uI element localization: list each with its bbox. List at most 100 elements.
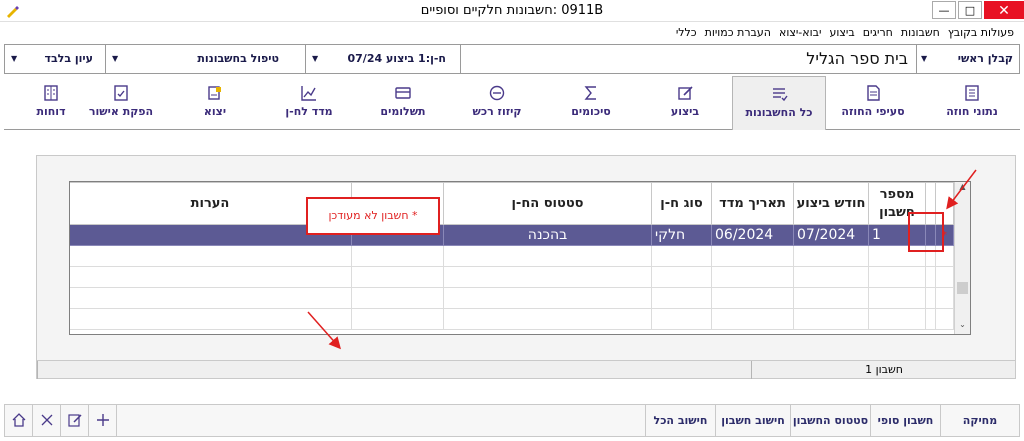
purchase-offset-icon bbox=[489, 85, 505, 101]
execution-icon bbox=[678, 86, 693, 100]
table-row-empty[interactable] bbox=[70, 287, 954, 309]
period-value: ח-ן:1 ביצוע 07/24 bbox=[347, 52, 447, 65]
tab-all-accounts[interactable]: כל החשבונות bbox=[732, 76, 826, 130]
tab-label: ביצוע bbox=[670, 105, 700, 118]
table-row-empty[interactable] bbox=[70, 308, 954, 330]
chevron-down-icon: ▼ bbox=[11, 54, 18, 63]
payments-icon bbox=[395, 87, 411, 99]
maximize-button[interactable]: □ bbox=[958, 1, 982, 19]
home-button[interactable] bbox=[5, 405, 33, 436]
cell-type[interactable]: חלקי bbox=[651, 224, 712, 246]
menu-bar: פעולות בקובץ חשבונות חריגים ביצוע יבוא-י… bbox=[0, 22, 1024, 42]
tools-icon bbox=[41, 414, 52, 426]
status-divider bbox=[751, 361, 752, 379]
table-row-empty[interactable] bbox=[70, 266, 954, 288]
view-mode-value: עיון בלבד bbox=[44, 52, 94, 65]
status-divider bbox=[37, 361, 38, 379]
period-select[interactable]: ▼ ח-ן:1 ביצוע 07/24 bbox=[305, 45, 460, 73]
bottom-toolbar: חישוב הכל חישוב חשבון סטטוס החשבון חשבון… bbox=[4, 404, 1020, 437]
account-status-button[interactable]: סטטוס החשבון bbox=[790, 405, 870, 436]
header-exec-month[interactable]: חודש ביצוע bbox=[793, 182, 869, 225]
tab-label: יצוא bbox=[203, 105, 227, 118]
project-field[interactable]: בית ספר הגליל bbox=[460, 45, 916, 73]
contractor-select[interactable]: ▼ קבלן ראשי bbox=[916, 45, 1019, 73]
menu-accounts[interactable]: חשבונות bbox=[897, 26, 944, 39]
tab-contract-items[interactable]: סעיפי החוזה bbox=[826, 76, 920, 128]
window-title: 0911B :חשבונות חלקיים וסופיים bbox=[420, 3, 604, 18]
table-header-row: מספר חשבון חודש ביצוע תאריך מדד סוג ח-ן … bbox=[70, 182, 954, 225]
tab-execution[interactable]: ביצוע bbox=[638, 76, 732, 128]
home-icon bbox=[12, 413, 25, 427]
table-row[interactable]: * 1 07/2024 06/2024 חלקי בהכנה bbox=[70, 224, 954, 246]
menu-execution[interactable]: ביצוע bbox=[825, 26, 858, 39]
cell-status[interactable]: בהכנה bbox=[443, 224, 652, 246]
cell-index-date[interactable]: 06/2024 bbox=[711, 224, 794, 246]
reports-icon bbox=[44, 85, 58, 101]
tab-label: קיזוז רכש bbox=[472, 105, 522, 118]
table-row-empty[interactable] bbox=[70, 245, 954, 267]
tab-label: כל החשבונות bbox=[745, 106, 813, 119]
sigma-icon bbox=[584, 86, 596, 100]
tab-summaries[interactable]: סיכומים bbox=[544, 76, 638, 128]
contract-data-icon bbox=[965, 85, 979, 101]
ribbon-tabs: נתוני חוזה סעיפי החוזה כל החשבונות ביצוע… bbox=[4, 76, 1020, 130]
tab-index[interactable]: מדד לח-ן bbox=[262, 76, 356, 128]
header-status[interactable]: סטטוס הח-ן bbox=[443, 182, 652, 225]
cell-exec-month[interactable]: 07/2024 bbox=[793, 224, 869, 246]
accounts-grid: מספר חשבון חודש ביצוע תאריך מדד סוג ח-ן … bbox=[69, 181, 971, 335]
menu-import-export[interactable]: יבוא-יצוא bbox=[775, 26, 825, 39]
contractor-value: קבלן ראשי bbox=[957, 52, 1013, 65]
close-button[interactable]: ✕ bbox=[984, 1, 1024, 19]
context-bar: ▼ עיון בלבד ▼ טיפול בחשבונות ▼ ח-ן:1 ביצ… bbox=[4, 44, 1020, 74]
vertical-scrollbar[interactable]: ▲ ⌄ bbox=[954, 182, 970, 334]
add-button[interactable] bbox=[89, 405, 117, 436]
edit-button[interactable] bbox=[61, 405, 89, 436]
scroll-up-icon[interactable]: ▲ bbox=[955, 182, 970, 196]
delete-button[interactable]: מחיקה bbox=[940, 405, 1019, 436]
tools-button[interactable] bbox=[33, 405, 61, 436]
chevron-down-icon: ▼ bbox=[112, 54, 119, 63]
tab-export[interactable]: יצוא bbox=[168, 76, 262, 128]
menu-transfer-quantities[interactable]: העברת כמויות bbox=[701, 26, 775, 39]
header-index-date[interactable]: תאריך מדד bbox=[711, 182, 794, 225]
accounts-panel: מספר חשבון חודש ביצוע תאריך מדד סוג ח-ן … bbox=[36, 155, 1016, 379]
chevron-down-icon: ▼ bbox=[921, 54, 928, 63]
menu-general[interactable]: כללי bbox=[672, 26, 701, 39]
tab-label: דוחות bbox=[36, 105, 66, 118]
calc-account-button[interactable]: חישוב חשבון bbox=[715, 405, 790, 436]
annotation-highlight-box bbox=[908, 212, 944, 252]
legend-note: * חשבון לא מעודכן bbox=[306, 197, 440, 235]
scroll-down-icon[interactable]: ⌄ bbox=[955, 320, 970, 334]
grid-status-bar: חשבון 1 bbox=[37, 360, 1015, 379]
tab-label: סיכומים bbox=[571, 105, 611, 118]
tab-label: תשלומים bbox=[380, 105, 426, 118]
title-bar: 0911B :חשבונות חלקיים וסופיים — □ ✕ bbox=[0, 0, 1024, 22]
view-mode-select[interactable]: ▼ עיון בלבד bbox=[5, 45, 105, 73]
account-count: חשבון 1 bbox=[865, 363, 903, 376]
app-window: 0911B :חשבונות חלקיים וסופיים — □ ✕ פעול… bbox=[0, 0, 1024, 441]
add-icon bbox=[96, 414, 109, 426]
contract-items-icon bbox=[867, 85, 880, 101]
tab-contract-data[interactable]: נתוני חוזה bbox=[925, 76, 1019, 128]
calc-all-button[interactable]: חישוב הכל bbox=[645, 405, 715, 436]
menu-exceptions[interactable]: חריגים bbox=[859, 26, 897, 39]
project-value: בית ספר הגליל bbox=[806, 49, 908, 68]
tab-purchase-offset[interactable]: קיזוז רכש bbox=[450, 76, 544, 128]
minimize-button[interactable]: — bbox=[932, 1, 956, 19]
tab-label: מדד לח-ן bbox=[285, 105, 333, 118]
handling-value: טיפול בחשבונות bbox=[197, 52, 279, 65]
menu-file-actions[interactable]: פעולות בקובץ bbox=[944, 26, 1018, 39]
approval-icon bbox=[114, 85, 128, 101]
window-controls: — □ ✕ bbox=[932, 0, 1024, 20]
accounts-table: מספר חשבון חודש ביצוע תאריך מדד סוג ח-ן … bbox=[70, 182, 954, 330]
tab-payments[interactable]: תשלומים bbox=[356, 76, 450, 128]
tab-label: סעיפי החוזה bbox=[841, 105, 905, 118]
chevron-down-icon: ▼ bbox=[312, 54, 319, 63]
index-chart-icon bbox=[301, 86, 316, 101]
scroll-thumb[interactable] bbox=[957, 282, 968, 294]
export-icon bbox=[208, 86, 221, 100]
handling-select[interactable]: ▼ טיפול בחשבונות bbox=[105, 45, 305, 73]
final-account-button[interactable]: חשבון סופי bbox=[870, 405, 940, 436]
tab-reports[interactable]: דוחות bbox=[4, 76, 98, 128]
header-type[interactable]: סוג ח-ן bbox=[651, 182, 712, 225]
